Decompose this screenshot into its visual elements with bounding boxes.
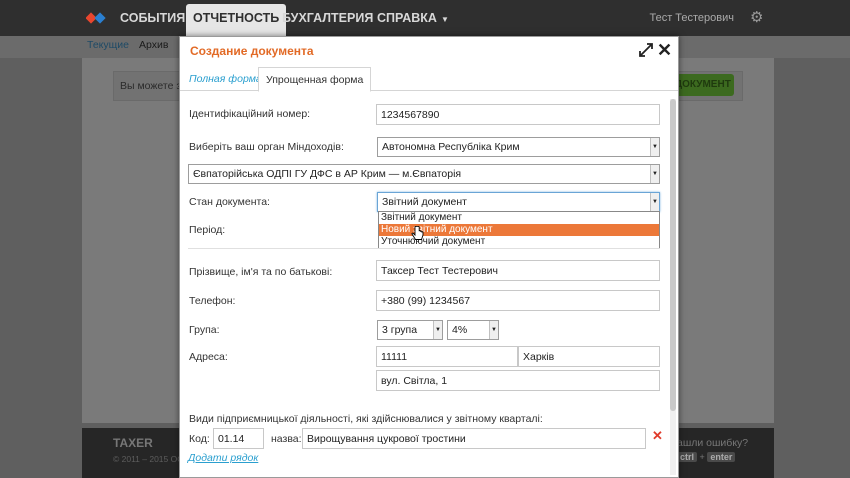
dialog-scroll-thumb[interactable] [670,99,676,411]
section-divider [188,248,660,249]
logo-icon[interactable] [86,9,106,27]
city-field[interactable]: Харків [518,346,660,367]
remove-row-icon[interactable]: ✕ [652,428,663,444]
tax-rate-select-value: 4% [452,324,468,336]
footer-logo: TAXER [113,436,153,450]
address-label: Адреса: [189,351,228,363]
street-field[interactable]: вул. Світла, 1 [376,370,660,391]
activity-name-field[interactable]: Вирощування цукрової тростини [302,428,646,449]
footer-shortcut: ctrl + enter [677,452,736,462]
id-label: Ідентифікаційний номер: [189,108,311,120]
code-label: Код: [189,433,210,445]
phone-label: Телефон: [189,295,236,307]
caret-down-icon: ▼ [440,15,449,24]
activity-heading: Види підприємницької діяльності, які зді… [189,413,543,425]
document-state-select[interactable]: Звітний документ ▼ [377,192,660,212]
create-document-dialog: Создание документа ✕ Полная форма Упроще… [179,36,679,478]
user-name[interactable]: Тест Тестерович [649,0,734,36]
phone-field[interactable]: +380 (99) 1234567 [376,290,660,311]
nav-events[interactable]: СОБЫТИЯ [113,0,192,36]
dialog-title: Создание документа [190,44,314,58]
nav-accounting[interactable]: БУХГАЛТЕРИЯ [275,0,380,36]
footer-copyright: © 2011 – 2015 ОО [113,454,184,464]
activity-name-label: назва: [271,433,302,445]
key-plus: + [699,452,705,462]
gear-icon[interactable]: ⚙ [750,10,766,26]
nav-reporting[interactable]: ОТЧЕТНОСТЬ [186,4,287,36]
nav-help-label: СПРАВКА [377,11,437,25]
chevron-down-icon: ▼ [650,165,659,183]
tax-rate-select[interactable]: 4% ▼ [447,320,499,340]
group-select[interactable]: 3 група ▼ [377,320,443,340]
fullname-field[interactable]: Таксер Тест Тестерович [376,260,660,281]
organ-select[interactable]: Автономна Республіка Крим ▼ [377,137,660,157]
close-icon[interactable]: ✕ [657,40,672,60]
sub-organ-select[interactable]: Євпаторійська ОДПІ ГУ ДФС в АР Крим — м.… [188,164,660,184]
key-ctrl: ctrl [677,452,698,462]
group-select-value: 3 група [382,324,418,336]
hand-cursor-icon [411,226,424,240]
group-label: Група: [189,324,220,336]
top-nav-bar: СОБЫТИЯ ОТЧЕТНОСТЬ БУХГАЛТЕРИЯ СПРАВКА ▼ … [0,0,850,36]
footer-report-error[interactable]: ашли ошибку? [677,437,748,449]
organ-select-value: Автономна Республіка Крим [382,141,520,153]
subnav-archive[interactable]: Архив [139,39,168,51]
chevron-down-icon: ▼ [433,321,442,339]
add-row-link[interactable]: Додати рядок [188,452,258,464]
chevron-down-icon: ▼ [650,138,659,156]
state-label: Стан документа: [189,196,270,208]
notice-text: Вы можете за [120,80,188,92]
organ-label: Виберіть ваш орган Міндоходів: [189,141,344,153]
tab-simple-form[interactable]: Упрощенная форма [258,67,372,92]
create-document-button[interactable]: ДОКУМЕНТ [675,74,734,96]
zip-field[interactable]: 11111 [376,346,518,367]
form-tabs: Полная форма Упрощенная форма [180,65,678,92]
tab-full-form[interactable]: Полная форма [182,67,269,92]
chevron-down-icon: ▼ [489,321,498,339]
fullname-label: Прізвище, ім'я та по батькові: [189,266,333,278]
dropdown-option[interactable]: Звітний документ [379,212,659,224]
nav-help[interactable]: СПРАВКА ▼ [370,0,456,36]
expand-icon[interactable] [639,43,653,57]
document-state-value: Звітний документ [382,196,467,208]
period-label: Період: [189,224,226,236]
subnav-current[interactable]: Текущие [87,39,129,51]
activity-code-field[interactable]: 01.14 [213,428,264,449]
key-enter: enter [707,452,736,462]
id-number-field[interactable]: 1234567890 [376,104,660,125]
sub-organ-select-value: Євпаторійська ОДПІ ГУ ДФС в АР Крим — м.… [193,168,462,180]
chevron-down-icon: ▼ [650,193,659,211]
